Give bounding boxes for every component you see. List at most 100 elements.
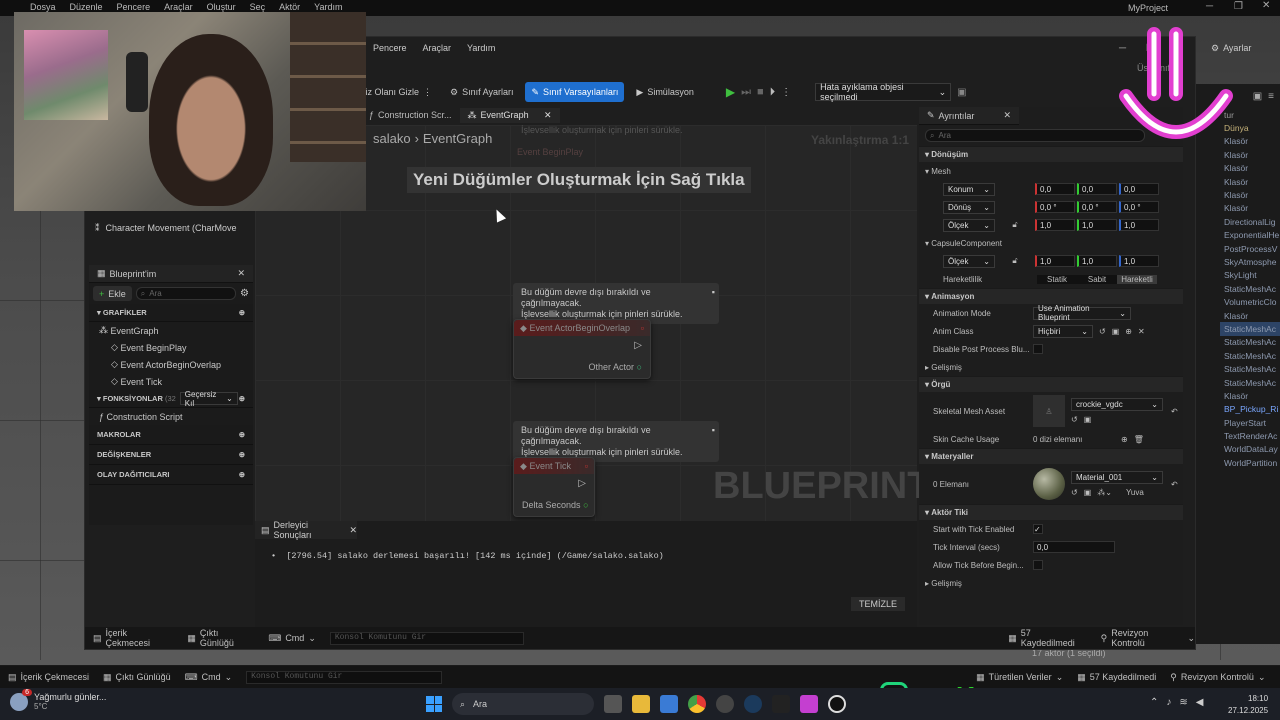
scale-x[interactable]: 1,0 [1035, 219, 1075, 231]
graphs-section[interactable]: ▾ GRAFİKLER ⊕ [89, 304, 253, 322]
delta-seconds-pin[interactable]: Delta Seconds ○ [522, 500, 589, 510]
outliner-item[interactable]: WorldPartition [1220, 456, 1280, 469]
section-animation[interactable]: ▾ Animasyon [919, 288, 1183, 304]
rotation-select[interactable]: Dönüş ⌄ [943, 200, 995, 214]
menu-item[interactable]: Düzenle [70, 2, 103, 12]
reset-icon[interactable]: ↶ [1171, 407, 1178, 416]
debug-object-select[interactable]: Hata ayıklama objesi seçilmedi ⌄ [815, 82, 952, 102]
outliner-item[interactable]: TextRenderAc [1220, 429, 1280, 442]
outliner-item[interactable]: ExponentialHe [1220, 229, 1280, 242]
disable-pp-checkbox[interactable] [1033, 344, 1043, 354]
app-icon[interactable] [800, 695, 818, 713]
skeletal-mesh-thumbnail[interactable]: ♙ [1033, 395, 1065, 427]
scale-y[interactable]: 1,0 [1077, 255, 1117, 267]
mobility-movable[interactable]: Hareketli [1117, 274, 1157, 284]
macros-section[interactable]: MAKROLAR ⊕ [89, 425, 253, 445]
outliner-item[interactable]: WorldDataLay [1220, 443, 1280, 456]
menu-item[interactable]: Pencere [117, 2, 151, 12]
output-log-button[interactable]: ▦ Çıktı Günlüğü [103, 672, 171, 683]
outliner-item[interactable]: Klasör [1220, 175, 1280, 188]
add-icon[interactable]: ⊕ [239, 470, 245, 479]
outliner-item[interactable]: Klasör [1220, 309, 1280, 322]
console-input[interactable]: Konsol Komutunu Gir [329, 631, 525, 645]
class-settings-button[interactable]: ⚙ Sınıf Ayarları [444, 82, 519, 102]
revision-control-button[interactable]: ⚲ Revizyon Kontrolü ⌄ [1101, 628, 1195, 648]
menu-item[interactable]: Oluştur [207, 2, 236, 12]
weather-widget[interactable]: 6 Yağmurlu günler... 5°C [10, 688, 106, 711]
material-select[interactable]: Material_001 ⌄ [1071, 471, 1163, 484]
variables-section[interactable]: DEĞİŞKENLER ⊕ [89, 445, 253, 465]
debug-filter-icon[interactable]: ▣ [957, 87, 966, 98]
rotation-x[interactable]: 0,0 ° [1035, 201, 1075, 213]
menu-item[interactable]: Araçlar [423, 43, 452, 53]
tick-start-checkbox[interactable]: ✓ [1033, 524, 1043, 534]
start-icon[interactable] [426, 696, 442, 712]
scale-select[interactable]: Ölçek ⌄ [943, 254, 995, 268]
outliner-item[interactable]: Klasör [1220, 389, 1280, 402]
section-materials[interactable]: ▾ Materyaller [919, 448, 1183, 464]
unsaved-button[interactable]: ▦ 57 Kaydedilmedi [1008, 628, 1086, 648]
mobility-stationary[interactable]: Sabit [1077, 275, 1117, 284]
close-icon[interactable]: ✕ [1003, 110, 1011, 121]
epic-icon[interactable] [772, 695, 790, 713]
anim-mode-select[interactable]: Use Animation Blueprint ⌄ [1033, 304, 1131, 322]
add-icon[interactable]: ⊕ [239, 394, 245, 403]
options-icon[interactable]: ⁂⌄ [1097, 488, 1112, 497]
outliner-item[interactable]: SkyLight [1220, 269, 1280, 282]
search-input[interactable]: ⌕ Ara [135, 287, 237, 300]
event-item[interactable]: ◇ Event ActorBeginOverlap [89, 356, 253, 373]
outliner-item[interactable]: DirectionalLig [1220, 215, 1280, 228]
menu-item[interactable]: Pencere [373, 43, 407, 53]
unreal-icon[interactable] [828, 695, 846, 713]
more-icon[interactable]: ⋮ [781, 87, 791, 98]
cmd-select[interactable]: ⌨ Cmd ⌄ [268, 633, 316, 644]
clear-button[interactable]: TEMİZLE [850, 597, 905, 611]
browse-icon[interactable]: ▣ [1084, 415, 1092, 424]
use-selected-icon[interactable]: ↺ [1099, 327, 1106, 336]
location-select[interactable]: Konum ⌄ [943, 182, 995, 196]
event-item[interactable]: ◇ Event Tick [89, 373, 253, 390]
mesh-header[interactable]: ▾ Mesh [919, 162, 1183, 180]
close-icon[interactable]: ✕ [349, 525, 357, 536]
outliner-item[interactable]: BP_Pickup_Ri [1220, 403, 1280, 416]
reset-icon[interactable]: ↶ [1171, 480, 1178, 489]
close-icon[interactable]: ✕ [544, 110, 552, 121]
menu-item[interactable]: Seç [250, 2, 266, 12]
outliner-item[interactable]: Klasör [1220, 162, 1280, 175]
volume-icon[interactable]: ◀ [1196, 697, 1204, 708]
advanced-toggle[interactable]: ▸ Gelişmiş [919, 574, 1183, 592]
add-icon[interactable]: ⊕ [1125, 327, 1132, 336]
scale-select[interactable]: Ölçek ⌄ [943, 218, 995, 232]
location-y[interactable]: 0,0 [1077, 183, 1117, 195]
outliner-item[interactable]: PlayerStart [1220, 416, 1280, 429]
mobility-static[interactable]: Statik [1037, 275, 1077, 284]
taskbar-search[interactable]: ⌕ Ara [452, 693, 594, 715]
override-select[interactable]: Geçersiz Kıl ⌄ [179, 390, 238, 408]
gear-icon[interactable]: ⚙ [240, 288, 249, 299]
skeletal-mesh-select[interactable]: crockie_vgdc ⌄ [1071, 398, 1163, 411]
event-actor-begin-overlap-node[interactable]: ◆ Event ActorBeginOverlap ▫ ▷ Other Actor… [513, 319, 651, 379]
mic-icon[interactable]: ♪ [1166, 697, 1171, 708]
menu-item[interactable]: Yardım [314, 2, 342, 12]
components-item[interactable]: ⁑ Character Movement (CharMove [95, 223, 237, 234]
close-icon[interactable]: ✕ [1262, 0, 1270, 11]
cmd-select[interactable]: ⌨ Cmd ⌄ [185, 672, 233, 683]
rotation-z[interactable]: 0,0 ° [1119, 201, 1159, 213]
outliner-item[interactable]: StaticMeshAc [1220, 349, 1280, 362]
content-drawer-button[interactable]: ▤ İçerik Çekmecesi [8, 672, 89, 683]
content-drawer-button[interactable]: ▤ İçerik Çekmecesi [93, 628, 173, 648]
exec-pin[interactable]: ▷ [634, 340, 642, 351]
chevron-up-icon[interactable]: ⌃ [1150, 697, 1158, 708]
derived-data-button[interactable]: ▦ Türetilen Veriler ⌄ [976, 672, 1063, 683]
details-search[interactable]: ⌕ Ara [925, 129, 1145, 142]
menu-item[interactable]: Yardım [467, 43, 495, 53]
dispatchers-section[interactable]: OLAY DAĞITICILARI ⊕ [89, 465, 253, 485]
tick-before-checkbox[interactable] [1033, 560, 1043, 570]
store-icon[interactable] [660, 695, 678, 713]
file-explorer-icon[interactable] [632, 695, 650, 713]
outliner-item[interactable]: VolumetricClo [1220, 295, 1280, 308]
revision-control-button[interactable]: ⚲ Revizyon Kontrolü ⌄ [1170, 672, 1265, 683]
scale-y[interactable]: 1,0 [1077, 219, 1117, 231]
event-tick-node[interactable]: ◆ Event Tick ▫ ▷ Delta Seconds ○ [513, 457, 595, 517]
add-icon[interactable]: ⊕ [239, 308, 245, 317]
